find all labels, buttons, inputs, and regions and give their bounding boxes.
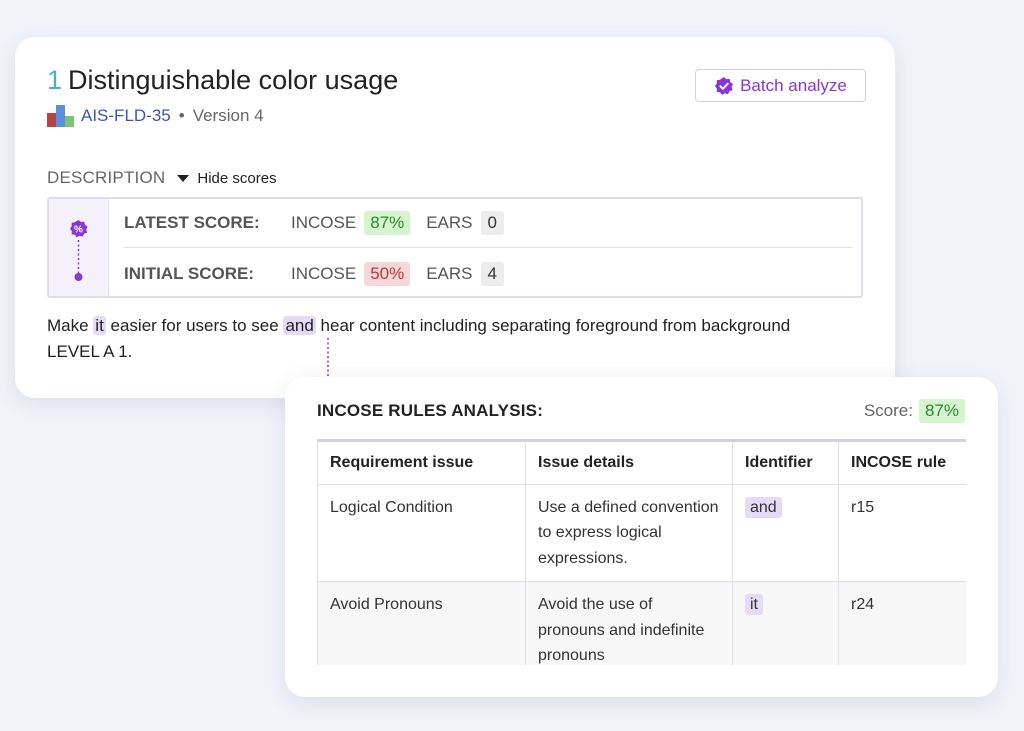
initial-incose-label: INCOSE <box>291 264 357 283</box>
table-cell: and <box>732 483 839 582</box>
requirement-id-link[interactable]: AIS-FLD-35 <box>81 106 171 126</box>
hide-scores-label: Hide scores <box>197 169 277 187</box>
column-header: INCOSE rule <box>838 439 966 485</box>
highlight-and[interactable]: and <box>283 316 316 335</box>
score-divider <box>124 247 852 248</box>
description-text: Make it easier for users to see and hear… <box>47 313 807 365</box>
column-header: Requirement issue <box>317 439 526 485</box>
analysis-table-viewport[interactable]: Requirement issue Issue details Identifi… <box>317 439 966 665</box>
table-cell: it <box>732 581 839 665</box>
column-header: Issue details <box>525 439 733 485</box>
analysis-score: Score: 87% <box>864 399 965 423</box>
table-cell: r15 <box>838 483 966 582</box>
batch-analyze-button[interactable]: Batch analyze <box>695 69 866 102</box>
scores-gutter: % <box>49 199 109 296</box>
initial-score-label: INITIAL SCORE: <box>124 264 255 283</box>
latest-incose-label: INCOSE <box>291 213 357 232</box>
latest-incose-value: 87% <box>364 211 411 235</box>
latest-ears-label: EARS <box>426 213 473 232</box>
table-header-row: Requirement issue Issue details Identifi… <box>317 439 966 485</box>
analysis-score-label: Score: <box>863 401 913 420</box>
description-label: DESCRIPTION <box>47 168 166 187</box>
analysis-title: INCOSE RULES ANALYSIS: <box>317 401 544 420</box>
description-header: DESCRIPTION Hide scores <box>47 168 277 188</box>
requirement-card: 1 Distinguishable color usage AIS-FLD-35 … <box>15 37 895 398</box>
description-text-part: Make <box>47 316 94 335</box>
table-cell: r24 <box>838 581 966 665</box>
identifier-chip[interactable]: and <box>745 496 782 518</box>
analysis-score-value: 87% <box>918 399 965 423</box>
requirement-meta: AIS-FLD-35 • Version 4 <box>47 105 264 127</box>
initial-score-row: INITIAL SCORE: INCOSE 50% EARS 4 <box>124 262 504 286</box>
identifier-chip[interactable]: it <box>745 594 763 615</box>
table-cell: Use a defined convention to express logi… <box>525 483 733 582</box>
description-text-part: easier for users to see <box>105 316 284 335</box>
requirement-title: 1 Distinguishable color usage <box>47 65 398 96</box>
meta-separator: • <box>178 106 185 125</box>
latest-ears-value: 0 <box>480 211 504 235</box>
requirement-version: Version 4 <box>192 106 264 125</box>
latest-score-label: LATEST SCORE: <box>124 213 260 232</box>
analysis-table: Requirement issue Issue details Identifi… <box>317 439 966 665</box>
initial-ears-label: EARS <box>426 264 473 283</box>
table-row: Logical Condition Use a defined conventi… <box>317 483 966 582</box>
percent-badge-icon: % <box>70 220 88 281</box>
initial-ears-value: 4 <box>480 262 504 286</box>
latest-score-row: LATEST SCORE: INCOSE 87% EARS 0 <box>124 211 504 235</box>
highlight-it[interactable]: it <box>93 316 106 335</box>
scores-panel: % LATEST SCORE: INCOSE 87% EARS 0 INITIA… <box>47 197 863 298</box>
requirement-title-text: Distinguishable color usage <box>68 65 399 95</box>
table-cell: Avoid the use of pronouns and indefinite… <box>525 581 733 665</box>
hide-scores-toggle[interactable]: Hide scores <box>177 169 277 187</box>
table-row: Avoid Pronouns Avoid the use of pronouns… <box>317 581 966 665</box>
initial-incose-value: 50% <box>364 262 411 286</box>
verified-badge-icon <box>715 76 734 95</box>
batch-analyze-label: Batch analyze <box>740 75 847 95</box>
requirement-number: 1 <box>47 65 63 95</box>
svg-text:%: % <box>74 225 83 236</box>
incose-analysis-card: INCOSE RULES ANALYSIS: Score: 87% Requir… <box>285 377 998 697</box>
project-bars-icon <box>47 105 74 127</box>
caret-down-icon <box>177 174 190 182</box>
table-cell: Logical Condition <box>317 483 526 582</box>
table-cell: Avoid Pronouns <box>317 581 526 665</box>
column-header: Identifier <box>732 439 839 485</box>
